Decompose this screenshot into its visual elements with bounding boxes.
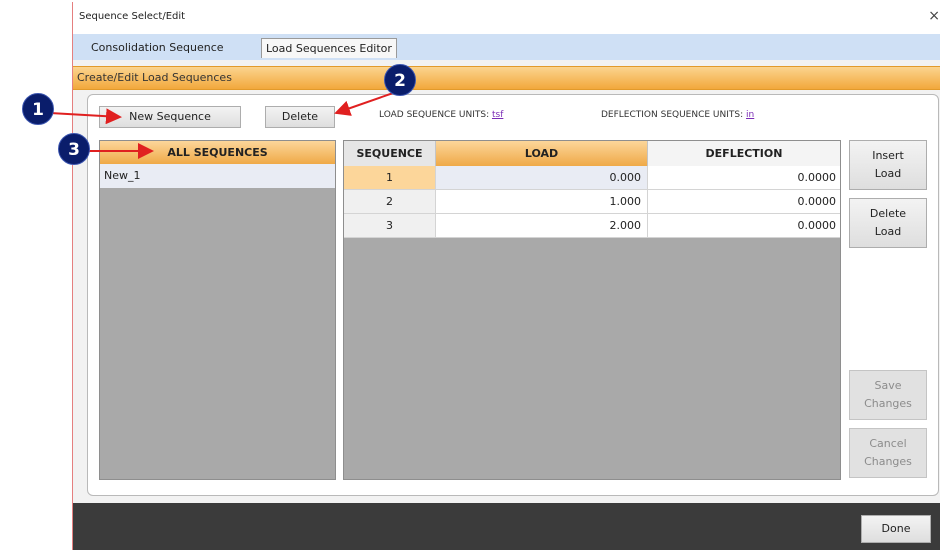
arrow-1 <box>49 108 122 125</box>
arrow-2 <box>334 91 397 116</box>
annotation-arrows <box>49 91 397 159</box>
annotation-marker-3: 3 <box>58 133 90 165</box>
annotation-marker-2: 2 <box>384 64 416 96</box>
annotation-marker-1: 1 <box>22 93 54 125</box>
